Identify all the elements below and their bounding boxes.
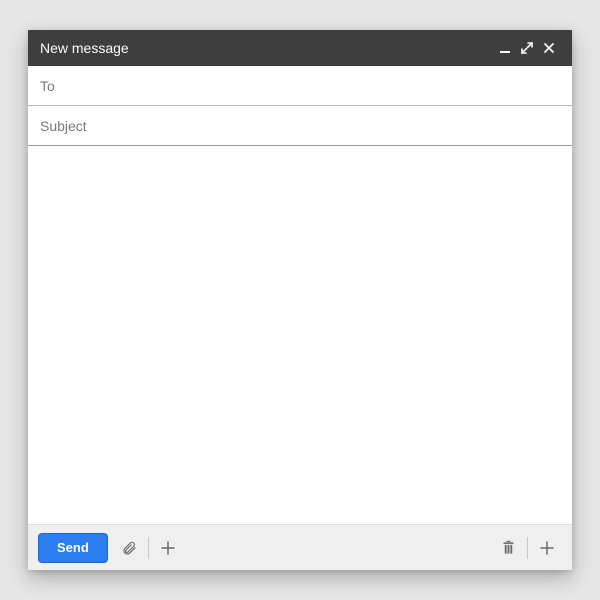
header-fields: To Subject (28, 66, 572, 146)
plus-icon (161, 541, 175, 555)
attach-button[interactable] (114, 533, 144, 563)
separator (148, 537, 149, 559)
titlebar: New message (28, 30, 572, 66)
close-button[interactable] (538, 37, 560, 59)
insert-button-left[interactable] (153, 533, 183, 563)
more-options-button[interactable] (532, 533, 562, 563)
minimize-button[interactable] (494, 37, 516, 59)
discard-button[interactable] (493, 533, 523, 563)
send-button-label: Send (57, 540, 89, 555)
close-icon (543, 42, 555, 54)
fullscreen-button[interactable] (516, 37, 538, 59)
minimize-icon (499, 42, 511, 54)
plus-icon (540, 541, 554, 555)
subject-label: Subject (40, 118, 87, 134)
to-label: To (40, 78, 55, 94)
compose-window: New message To Subject Send (28, 30, 572, 570)
send-button[interactable]: Send (38, 533, 108, 563)
trash-icon (501, 540, 516, 556)
to-field[interactable]: To (28, 66, 572, 106)
subject-field[interactable]: Subject (28, 106, 572, 146)
message-body[interactable] (28, 146, 572, 524)
paperclip-icon (121, 540, 137, 556)
separator (527, 537, 528, 559)
window-title: New message (40, 40, 494, 56)
expand-icon (521, 42, 533, 54)
bottom-toolbar: Send (28, 524, 572, 570)
